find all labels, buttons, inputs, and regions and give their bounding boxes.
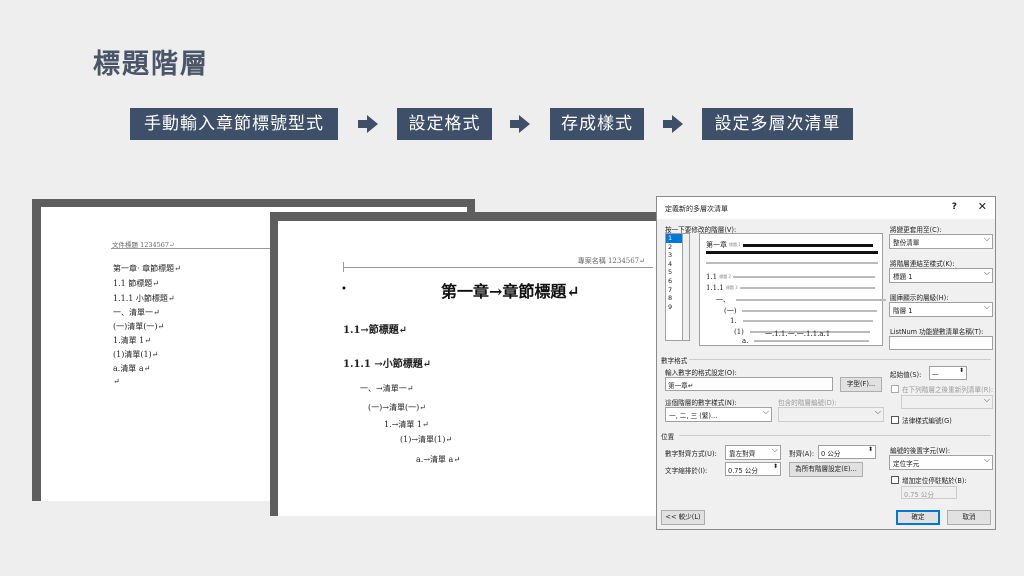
list-level-2: (一)→清單(一)↵ (368, 403, 426, 412)
cancel-button[interactable]: 取消 (947, 510, 991, 525)
restart-label: 在下列階層之後重新列清單(R): (902, 386, 994, 394)
doc-line: 1.1.1 小節標題↵ (113, 294, 175, 303)
listnum-input[interactable] (889, 336, 993, 350)
indent-spinner[interactable]: 0.75 公分 ⬍ (725, 462, 781, 476)
heading-3: 1.1.1 →小節標題↵ (343, 359, 432, 370)
alignment-select[interactable]: 靠左對齊 (725, 445, 781, 460)
document-after: 專案名稱 1234567↵ • 第一章→章節標題↵ 1.1→節標題↵ 1.1.1… (270, 212, 670, 516)
doc-line: 第一章· 章節標題↵ (113, 264, 181, 273)
dialog-title: 定義新的多層次清單 (665, 205, 728, 213)
chapter-heading: 第一章→章節標題↵ (441, 282, 580, 301)
flow-step-3: 存成樣式 (550, 108, 644, 140)
preview-row: 一、 (716, 295, 886, 305)
include-level-label: 包含的階層編號(D): (778, 399, 837, 407)
gallery-level-select[interactable]: 階層 1 (889, 302, 993, 317)
close-icon[interactable]: ✕ (978, 200, 987, 213)
gallery-level-label: 圖庫顯示的層級(H): (890, 294, 949, 302)
start-at-spinner[interactable]: 一 ⬍ (929, 366, 967, 380)
section-divider (689, 359, 991, 360)
preview-row (706, 251, 878, 254)
document-header: 專案名稱 1234567↵ (577, 257, 645, 265)
preview-row: 1. (730, 317, 873, 325)
apply-to-select[interactable]: 整份清單 (889, 234, 993, 249)
indent-label: 文字縮排於(I): (665, 467, 708, 475)
number-format-input[interactable]: 第一章↵ (665, 377, 833, 391)
link-style-select[interactable]: 標題 1 (889, 268, 993, 283)
preview-row (706, 262, 878, 264)
arrow-right-icon (358, 115, 378, 133)
follow-number-label: 編號的後置字元(W): (890, 447, 951, 455)
preview-row: 1.1 標題 2 (706, 273, 875, 281)
position-section: 位置 (661, 433, 675, 441)
apply-to-label: 將變更套用至(C): (890, 226, 942, 234)
arrow-right-icon (663, 115, 683, 133)
list-level-1: 一、→清單一↵ (360, 384, 414, 393)
number-style-select[interactable]: 一, 二, 三 (繁)... (665, 407, 772, 422)
start-at-label: 起始值(S): (890, 371, 922, 379)
list-level-3: 1.→清單 1↵ (384, 420, 429, 429)
help-icon[interactable]: ? (952, 202, 957, 212)
multilevel-list-dialog: 定義新的多層次清單 ? ✕ 按一下要修改的階層(V): 1 2 3 4 5 6 … (656, 196, 996, 530)
flow-step-1: 手動輸入章節標號型式 (130, 108, 338, 140)
tab-stop-label: 增加定位停駐點於(B): (902, 477, 967, 485)
preview-row: (一) (724, 306, 878, 316)
restart-checkbox[interactable] (891, 385, 899, 393)
list-level-5: a.→清單 a↵ (416, 455, 461, 464)
aligned-at-spinner[interactable]: 0 公分 ⬍ (818, 445, 876, 459)
heading-2: 1.1→節標題↵ (343, 325, 408, 336)
link-style-label: 將階層連結至樣式(K): (890, 260, 955, 268)
enter-format-label: 輸入數字的格式設定(O): (665, 369, 737, 377)
preview-row: 第一章 標題 1 (706, 240, 873, 250)
preview-row: 1.1.1 標題 3 (706, 284, 875, 292)
less-button[interactable]: << 較少(L) (661, 510, 705, 525)
legal-label: 法律樣式編號(G) (902, 417, 952, 425)
flow-step-2: 設定格式 (397, 108, 492, 140)
spinner-arrows-icon: ⬍ (867, 446, 873, 453)
tab-stop-checkbox[interactable] (891, 476, 899, 484)
number-style-label: 這個階層的數字樣式(N): (665, 399, 737, 407)
doc-line: 一、清單一↵ (113, 308, 160, 317)
list-level-4: (1)→清單(1)↵ (400, 435, 453, 444)
bullet-icon: • (341, 284, 347, 295)
doc-line: 1.清單 1↵ (113, 336, 151, 345)
doc-line: ↵ (113, 377, 120, 386)
set-all-levels-button[interactable]: 為所有階層設定(E)... (789, 462, 863, 477)
flow-step-4: 設定多層次清單 (702, 108, 853, 140)
legal-checkbox[interactable] (891, 416, 899, 424)
preview-multilevel-sample: 一.1.1.一.一.1.1.a.1 (765, 330, 831, 338)
follow-number-select[interactable]: 定位字元 (889, 455, 993, 470)
include-level-select[interactable] (778, 407, 884, 422)
listnum-label: ListNum 功能變數清單名稱(T): (890, 328, 984, 336)
ok-button[interactable]: 確定 (896, 510, 940, 525)
doc-line: (一)清單(一)↵ (113, 322, 165, 331)
restart-select[interactable] (901, 395, 993, 409)
number-format-section: 數字格式 (661, 357, 688, 365)
spinner-arrows-icon: ⬍ (958, 367, 964, 374)
font-button[interactable]: 字型(F)... (840, 377, 882, 392)
alignment-label: 數字對齊方式(U): (665, 450, 717, 458)
slide-title: 標題階層 (93, 49, 209, 80)
level-list-scrollbar[interactable] (682, 233, 690, 341)
header-divider (343, 267, 653, 268)
doc-line: a.清單 a↵ (113, 364, 151, 373)
aligned-at-label: 對齊(A): (789, 450, 815, 458)
tab-stop-spinner[interactable]: 0.75 公分 (901, 486, 957, 499)
section-divider (679, 435, 991, 436)
spinner-arrows-icon: ⬍ (772, 463, 778, 470)
arrow-right-icon (510, 115, 530, 133)
document-page: 專案名稱 1234567↵ • 第一章→章節標題↵ 1.1→節標題↵ 1.1.1… (278, 221, 670, 516)
doc-line: (1)清單(1)↵ (113, 350, 159, 359)
doc-line: 1.1 節標題↵ (113, 279, 159, 288)
dialog-titlebar: 定義新的多層次清單 ? ✕ (657, 197, 995, 219)
